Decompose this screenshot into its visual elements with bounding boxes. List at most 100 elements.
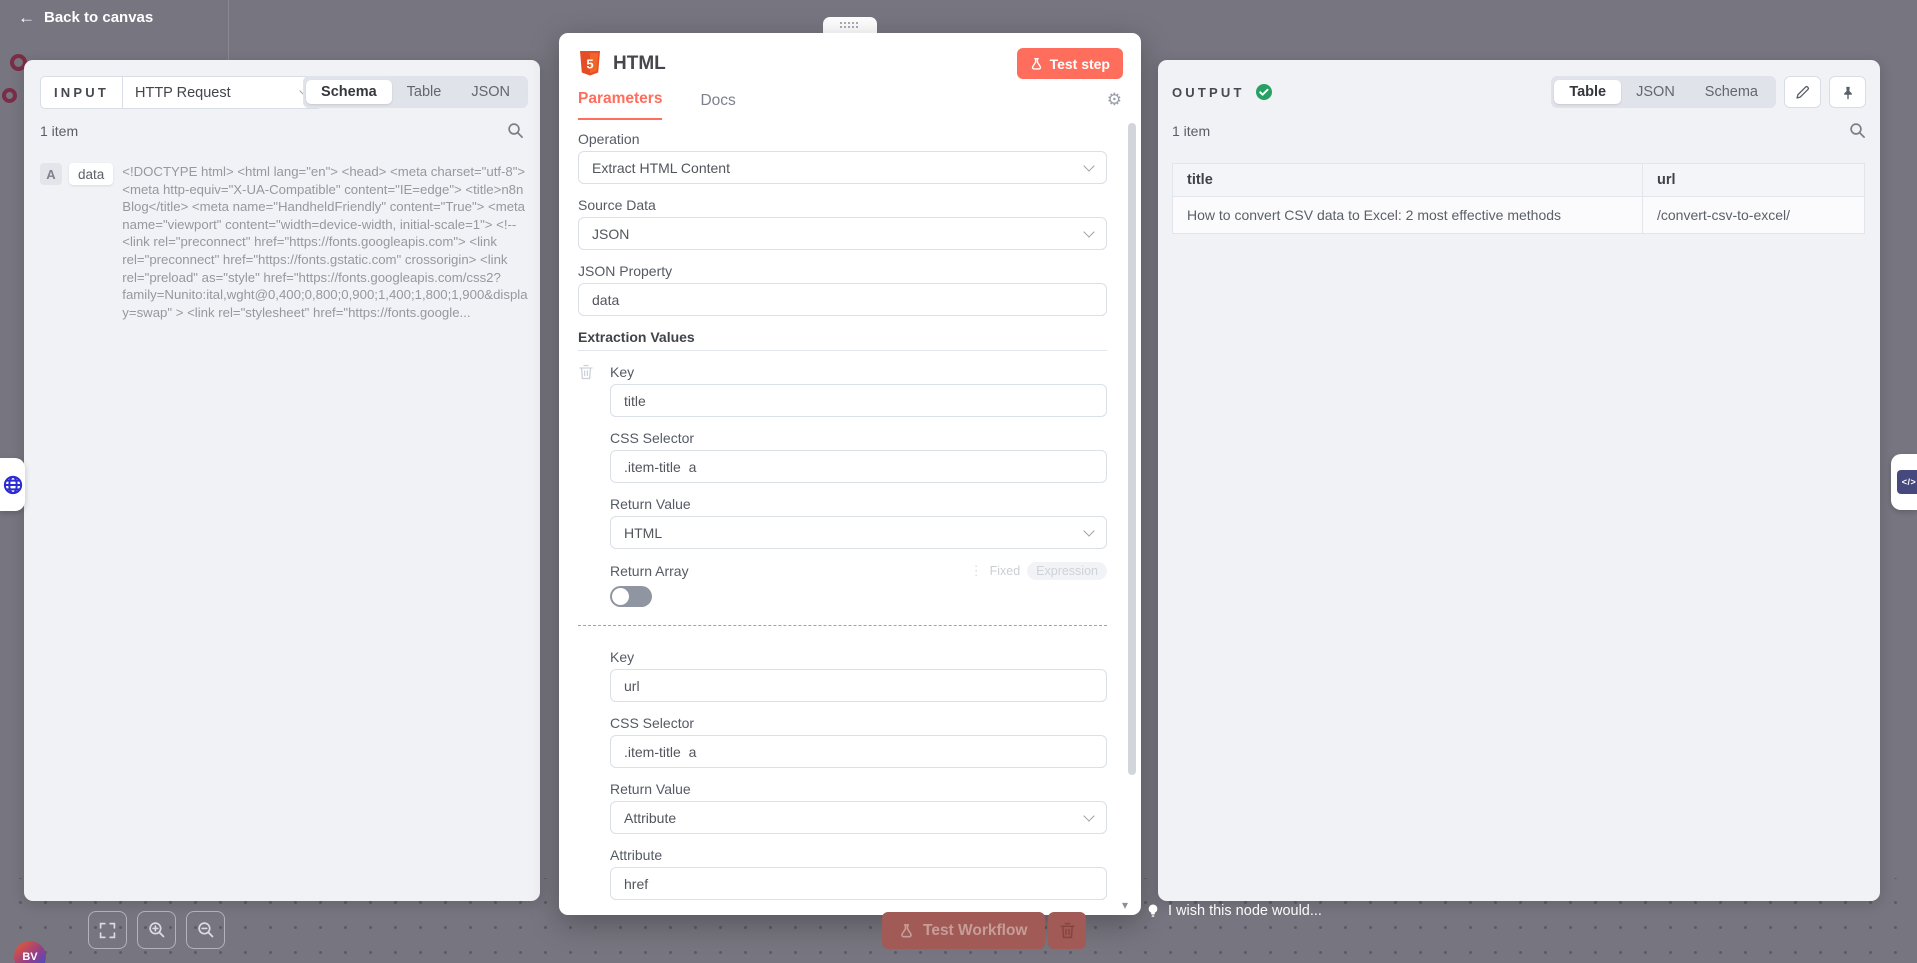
string-type-icon: A [40, 163, 62, 185]
back-label: Back to canvas [44, 9, 153, 26]
fit-view-icon [99, 922, 116, 939]
input-node-stub[interactable] [0, 458, 25, 511]
operation-label: Operation [578, 131, 1107, 148]
svg-text:5: 5 [586, 57, 593, 72]
edit-output-button[interactable] [1784, 76, 1821, 108]
schema-value-text: <!DOCTYPE html> <html lang="en"> <head> … [120, 163, 532, 321]
css-selector-input[interactable] [610, 450, 1107, 483]
html5-node-icon: 5 [578, 50, 602, 77]
output-table: title url How to convert CSV data to Exc… [1172, 163, 1865, 234]
fixed-expression-toggle[interactable]: ⋮ Fixed Expression [970, 562, 1107, 580]
return-array-toggle[interactable] [610, 586, 652, 607]
output-search-icon[interactable] [1849, 122, 1866, 139]
key-input[interactable] [610, 384, 1107, 417]
trash-icon [1060, 922, 1075, 939]
node-detail-panel: 5 HTML Test step Parameters Docs ⚙ Opera… [559, 33, 1141, 915]
output-view-tabs: Table JSON Schema [1551, 76, 1776, 108]
back-arrow-icon: ← [18, 9, 35, 26]
attribute-label: Attribute [610, 847, 1107, 864]
node-feedback-link[interactable]: I wish this node would... [1146, 903, 1322, 919]
node-title: HTML [613, 53, 1017, 75]
input-tab-table[interactable]: Table [392, 80, 457, 104]
source-data-label: Source Data [578, 197, 1107, 214]
css-selector-input[interactable] [610, 735, 1107, 768]
input-search-icon[interactable] [507, 122, 524, 139]
output-tab-schema[interactable]: Schema [1690, 80, 1773, 104]
json-property-input[interactable] [578, 283, 1107, 316]
test-workflow-button[interactable]: Test Workflow [882, 912, 1045, 949]
zoom-out-button[interactable] [186, 911, 225, 949]
flask-icon [899, 923, 914, 939]
delete-extraction-icon[interactable] [579, 364, 593, 380]
lightbulb-icon [1146, 903, 1160, 919]
css-selector-label: CSS Selector [610, 715, 1107, 732]
input-tab-schema[interactable]: Schema [306, 80, 392, 104]
drag-dots-icon [840, 22, 860, 30]
group-divider [578, 625, 1107, 626]
chevron-down-icon [1083, 226, 1094, 237]
zoom-out-icon [197, 921, 215, 939]
return-array-label: Return Array [610, 563, 689, 580]
table-row[interactable]: How to convert CSV data to Excel: 2 most… [1173, 197, 1865, 234]
column-header-title: title [1173, 164, 1643, 197]
output-panel: OUTPUT Table JSON Schema 1 item [1158, 60, 1880, 901]
chevron-down-icon [1083, 525, 1094, 536]
return-value-label: Return Value [610, 781, 1107, 798]
pin-icon [1841, 85, 1855, 100]
input-items-count: 1 item [40, 123, 78, 139]
schema-item-data[interactable]: A data <!DOCTYPE html> <html lang="en"> … [40, 163, 532, 321]
options-dots-icon[interactable]: ⋮ [970, 563, 983, 579]
input-panel-title: INPUT [54, 85, 109, 100]
schema-key-pill[interactable]: data [69, 163, 113, 185]
node-settings-gear-icon[interactable]: ⚙ [1107, 91, 1122, 108]
extraction-group-url: Key CSS Selector Return Value Attribute … [578, 649, 1107, 915]
attribute-input[interactable] [610, 867, 1107, 900]
key-label: Key [610, 364, 1107, 381]
fixed-option[interactable]: Fixed [990, 564, 1021, 578]
column-header-url: url [1643, 164, 1865, 197]
output-tab-table[interactable]: Table [1554, 80, 1621, 104]
extraction-group-title: Key CSS Selector Return Value HTML Retur… [578, 364, 1107, 607]
key-input[interactable] [610, 669, 1107, 702]
chevron-down-icon [1083, 810, 1094, 821]
output-items-count: 1 item [1172, 123, 1210, 139]
test-step-button[interactable]: Test step [1017, 48, 1123, 79]
css-selector-label: CSS Selector [610, 430, 1107, 447]
cell-title[interactable]: How to convert CSV data to Excel: 2 most… [1173, 197, 1643, 234]
return-value-label: Return Value [610, 496, 1107, 513]
flask-icon [1030, 57, 1043, 71]
ndv-drag-handle[interactable] [823, 17, 877, 34]
chevron-down-icon [1083, 160, 1094, 171]
delete-workflow-button[interactable] [1048, 912, 1086, 949]
input-tab-json[interactable]: JSON [456, 80, 525, 104]
input-panel: INPUT HTTP Request Schema Table JSON 1 i… [24, 60, 540, 901]
output-panel-title: OUTPUT [1172, 85, 1245, 100]
next-node-stub[interactable]: </> [1891, 454, 1917, 510]
cell-url[interactable]: /convert-csv-to-excel/ [1643, 197, 1865, 234]
zoom-in-button[interactable] [137, 911, 176, 949]
pencil-icon [1795, 85, 1810, 100]
canvas-zoom-controls [88, 911, 225, 949]
output-tab-json[interactable]: JSON [1621, 80, 1690, 104]
back-to-canvas-button[interactable]: ← Back to canvas [18, 9, 153, 26]
ndv-overlay: ← Back to canvas INPUT HTTP Request Sche… [0, 0, 1917, 963]
input-source-value[interactable]: HTTP Request [123, 77, 321, 108]
code-node-icon: </> [1897, 470, 1917, 494]
panel-scrollbar[interactable] [1128, 123, 1136, 775]
input-view-tabs: Schema Table JSON [303, 76, 528, 108]
parameters-scroll-area: Operation Extract HTML Content Source Da… [559, 110, 1141, 915]
success-check-icon [1255, 83, 1273, 101]
source-data-select[interactable]: JSON [578, 217, 1107, 250]
return-value-select[interactable]: Attribute [610, 801, 1107, 834]
input-source-select[interactable]: INPUT HTTP Request [40, 76, 322, 109]
pin-data-button[interactable] [1829, 76, 1866, 108]
scroll-down-icon[interactable]: ▾ [1122, 898, 1128, 912]
return-value-select[interactable]: HTML [610, 516, 1107, 549]
operation-select[interactable]: Extract HTML Content [578, 151, 1107, 184]
key-label: Key [610, 649, 1107, 666]
json-property-label: JSON Property [578, 263, 1107, 280]
fit-view-button[interactable] [88, 911, 127, 949]
zoom-in-icon [148, 921, 166, 939]
expression-option[interactable]: Expression [1027, 562, 1107, 580]
extraction-values-heading: Extraction Values [578, 329, 1107, 351]
